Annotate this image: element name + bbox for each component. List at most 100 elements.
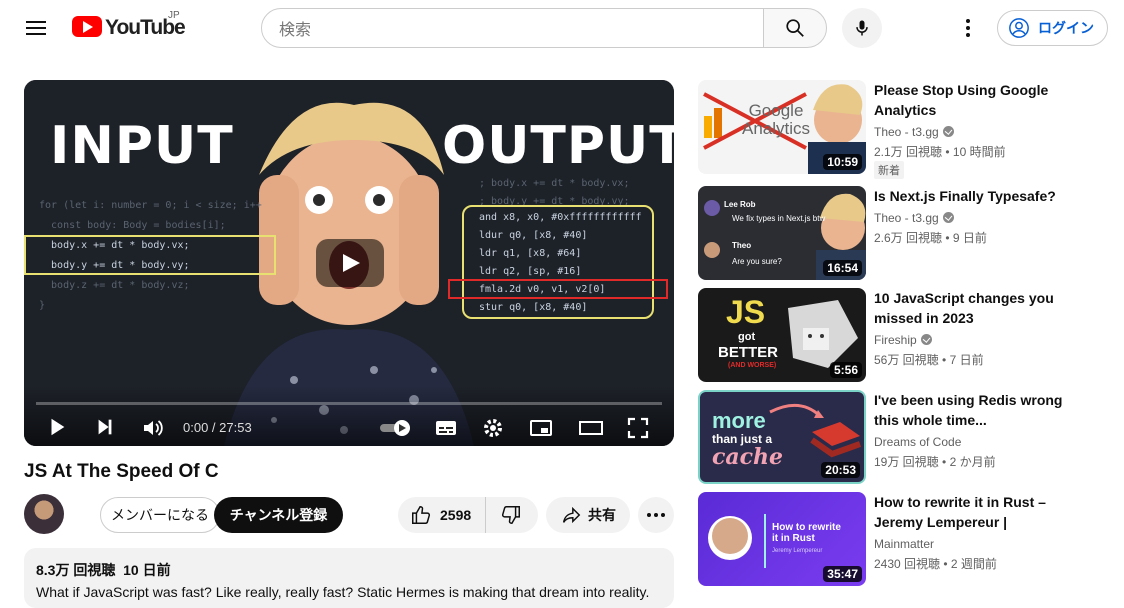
video-thumbnail[interactable]: How to rewrite it in Rust Jeremy Lempere… [698, 492, 866, 586]
progress-bar[interactable] [36, 402, 662, 405]
video-stats: 2.6万 回視聴 • 9 日前 [874, 231, 987, 245]
recommendation-item[interactable]: more than just a cache 20:53 I've been u… [698, 390, 1108, 484]
theater-mode-icon[interactable] [578, 416, 604, 440]
youtube-play-icon [72, 16, 102, 37]
verified-icon [942, 126, 954, 137]
subscribe-button[interactable]: チャンネル登録 [214, 497, 343, 533]
recommendation-title[interactable]: Please Stop Using Google Analytics [874, 80, 1084, 120]
miniplayer-icon[interactable] [529, 416, 553, 440]
duration-badge: 16:54 [823, 260, 862, 276]
thumbnail-text: We fix types in Next.js btw [732, 214, 826, 223]
thumbnail-text: got [738, 331, 756, 343]
dislike-button[interactable] [486, 497, 536, 533]
channel-name: Theo - t3.gg [874, 211, 954, 225]
play-button[interactable] [316, 239, 384, 287]
video-stats: 56万 回視聴 • 7 日前 [874, 353, 984, 367]
video-meta: 8.3万 回視聴 10 日前 [36, 560, 662, 580]
share-icon [562, 506, 581, 524]
signin-label: ログイン [1038, 20, 1094, 36]
view-count: 8.3万 回視聴 [36, 562, 116, 578]
masthead: YouTube JP 検索 ログイン [0, 0, 1124, 56]
recommendation-item[interactable]: JS got BETTER (AND WORSE) 5:56 10 JavaSc… [698, 288, 1108, 382]
search-input[interactable]: 検索 [261, 8, 764, 48]
channel-name: Mainmatter [874, 537, 934, 551]
code-line: const body: Body = bodies[i]; [39, 220, 226, 231]
video-thumbnail[interactable]: Google Analytics 10:59 [698, 80, 866, 174]
upload-age: 2 週間前 [950, 557, 997, 571]
channel-name-text[interactable]: Mainmatter [874, 537, 934, 551]
video-thumbnail[interactable]: more than just a cache 20:53 [698, 390, 866, 484]
channel-name: Fireship [874, 333, 932, 347]
thumbnail-text: it in Rust [772, 533, 815, 544]
thumbnail-text: JS [726, 294, 766, 330]
recommendation-item[interactable]: Google Analytics 10:59 Please Stop Using… [698, 80, 1108, 179]
recommendation-title[interactable]: Is Next.js Finally Typesafe? [874, 186, 1084, 206]
signin-button[interactable]: ログイン [997, 10, 1108, 46]
volume-icon[interactable] [141, 416, 165, 440]
next-icon[interactable] [94, 416, 116, 438]
video-stats: 2.1万 回視聴 • 10 時間前 [874, 145, 1006, 159]
recommendation-title[interactable]: I've been using Redis wrong this whole t… [874, 390, 1084, 430]
thumbnail-text: Are you sure? [732, 257, 782, 266]
join-button[interactable]: メンバーになる [100, 497, 220, 533]
recommendation-title[interactable]: How to rewrite it in Rust – Jeremy Lempe… [874, 492, 1084, 532]
subscribe-label: チャンネル登録 [229, 507, 328, 523]
view-count: 56万 回視聴 [874, 353, 939, 367]
menu-icon[interactable] [20, 14, 52, 42]
channel-name-text[interactable]: Theo - t3.gg [874, 125, 939, 139]
fullscreen-icon[interactable] [626, 416, 650, 440]
thumbnail-text: cache [712, 444, 784, 470]
recommendation-title[interactable]: 10 JavaScript changes you missed in 2023 [874, 288, 1084, 328]
like-count: 2598 [440, 507, 472, 523]
code-highlight-box [448, 279, 668, 299]
duration-badge: 20:53 [821, 462, 860, 478]
subtitles-icon[interactable] [434, 416, 458, 440]
video-thumbnail[interactable]: Lee Rob We fix types in Next.js btw Theo… [698, 186, 866, 280]
recommendation-item[interactable]: Lee Rob We fix types in Next.js btw Theo… [698, 186, 1108, 280]
video-title: JS At The Speed Of C [24, 461, 219, 482]
channel-avatar[interactable] [24, 494, 64, 534]
duration-badge: 35:47 [823, 566, 862, 582]
thumbnail-text: (AND WORSE) [728, 362, 777, 369]
country-code: JP [168, 10, 180, 21]
thumbnail-text: BETTER [718, 344, 778, 361]
time-total: 27:53 [219, 420, 252, 435]
voice-search-button[interactable] [842, 8, 882, 48]
upload-age: 7 日前 [949, 353, 984, 367]
like-button[interactable]: 2598 [398, 497, 486, 533]
thumbnail-text: Google Analytics [741, 101, 811, 138]
thumb-text-right: OUTPUT [442, 116, 674, 176]
new-badge: 新着 [874, 161, 904, 179]
thumbnail-text: Theo [732, 241, 752, 250]
settings-icon[interactable] [481, 416, 505, 440]
recommendation-item[interactable]: How to rewrite it in Rust Jeremy Lempere… [698, 492, 1108, 586]
channel-name-text[interactable]: Dreams of Code [874, 435, 961, 449]
channel-name-text[interactable]: Theo - t3.gg [874, 211, 939, 225]
video-player[interactable]: INPUT OUTPUT for (let i: number = 0; i <… [24, 80, 674, 446]
view-count: 2.6万 回視聴 [874, 231, 943, 245]
microphone-icon [856, 20, 868, 36]
thumbnail-text: Jeremy Lempereur [772, 548, 823, 554]
autoplay-toggle-icon[interactable] [378, 418, 414, 438]
search-button[interactable] [763, 8, 827, 48]
video-thumbnail[interactable]: JS got BETTER (AND WORSE) 5:56 [698, 288, 866, 382]
description-box[interactable]: 8.3万 回視聴 10 日前 What if JavaScript was fa… [24, 548, 674, 608]
player-controls: 0:00 / 27:53 [24, 386, 674, 446]
share-button[interactable]: 共有 [546, 497, 630, 533]
description-text: What if JavaScript was fast? Like really… [36, 584, 650, 600]
upload-age: 9 日前 [952, 231, 987, 245]
settings-menu-icon[interactable] [952, 12, 984, 44]
share-label: 共有 [588, 507, 616, 523]
play-icon[interactable] [46, 416, 68, 438]
upload-age: 10 時間前 [952, 145, 1006, 159]
channel-name-text[interactable]: Fireship [874, 333, 917, 347]
video-stats: 2430 回視聴 • 2 週間前 [874, 557, 997, 571]
account-icon [1009, 18, 1029, 38]
time-current: 0:00 [183, 420, 209, 435]
code-line: } [39, 300, 46, 311]
thumb-text-left: INPUT [50, 116, 234, 176]
dislike-icon [501, 506, 520, 524]
upload-date: 10 日前 [123, 562, 171, 578]
view-count: 2430 回視聴 [874, 557, 941, 571]
more-actions-button[interactable] [638, 497, 674, 533]
